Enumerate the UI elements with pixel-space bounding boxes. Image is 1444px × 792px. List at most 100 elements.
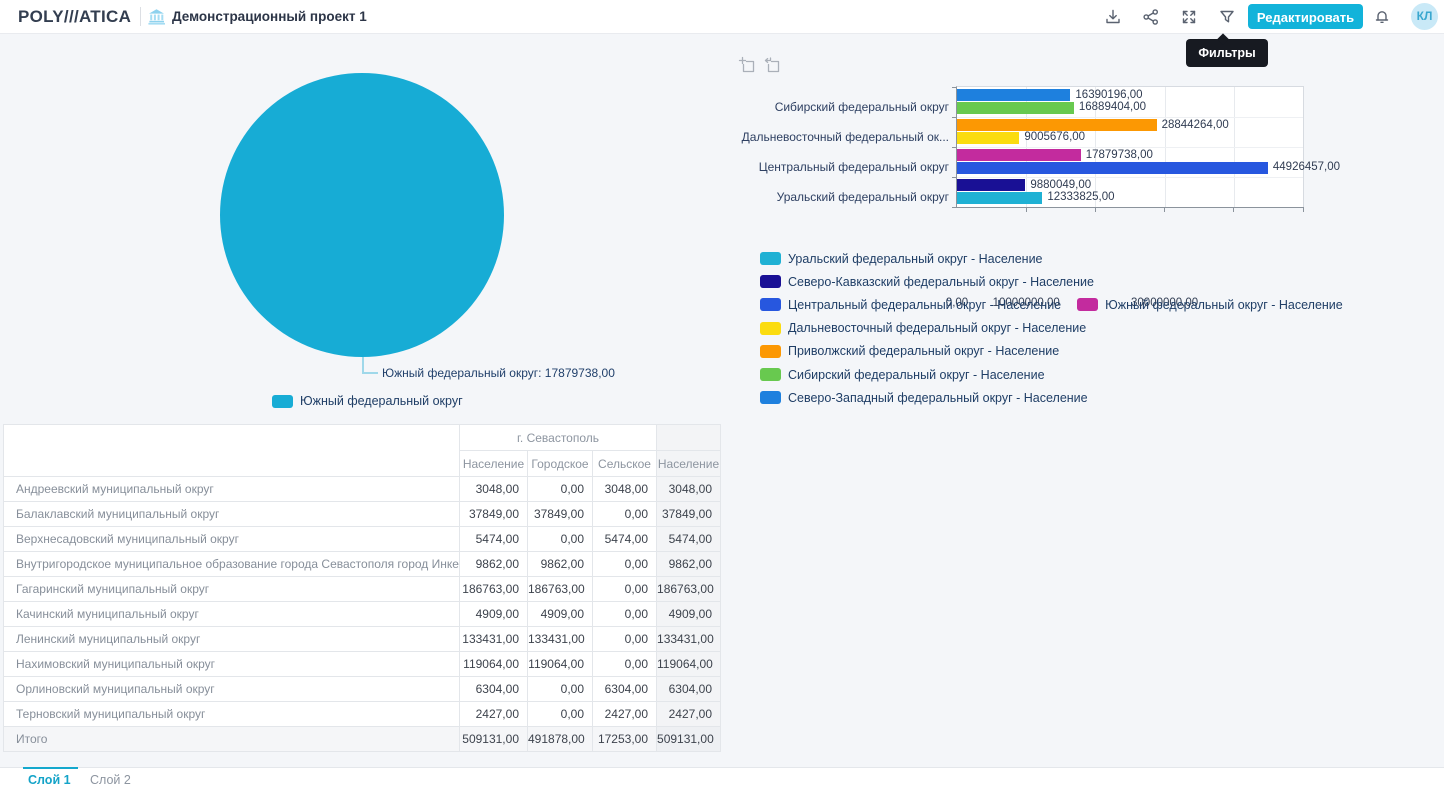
x-tick (1095, 207, 1096, 212)
row-label: Орлиновский муниципальный округ (4, 677, 460, 702)
bar-3[interactable] (957, 132, 1019, 144)
bank-icon (147, 7, 166, 31)
filter-icon[interactable] (1217, 7, 1237, 27)
table-cell: 119064,00 (657, 652, 721, 677)
table-cell: 37849,00 (657, 502, 721, 527)
legend-swatch (760, 391, 781, 404)
filters-tooltip: Фильтры (1186, 39, 1268, 67)
pie-legend-swatch (272, 395, 293, 408)
column-header: Население (460, 451, 528, 477)
polymatica-logo: POLY///ATICA (18, 7, 131, 27)
table-row[interactable]: Качинский муниципальный округ4909,004909… (4, 602, 721, 627)
tab-layer-2[interactable]: Слой 2 (90, 773, 131, 787)
pie-slice[interactable] (220, 73, 504, 357)
bar-6[interactable] (957, 179, 1025, 191)
y-axis-label: Дальневосточный федеральный ок... (742, 129, 949, 145)
legend-label: Дальневосточный федеральный округ - Насе… (788, 321, 1086, 335)
bar-1[interactable] (957, 102, 1074, 114)
table-cell: 491878,00 (528, 727, 593, 752)
dashboard-page: POLY///ATICA Демонстрационный проект 1 (0, 0, 1444, 792)
row-label: Качинский муниципальный округ (4, 602, 460, 627)
legend-entry[interactable]: Южный федеральный округ - Население (1077, 298, 1343, 312)
table-cell: 6304,00 (657, 677, 721, 702)
download-icon[interactable] (1103, 7, 1123, 27)
legend-swatch (760, 275, 781, 288)
bar-2[interactable] (957, 119, 1157, 131)
table-cell: 119064,00 (460, 652, 528, 677)
table-group-header: г. Севастополь (460, 425, 657, 451)
y-tick (952, 207, 956, 208)
table-cell: 5474,00 (657, 527, 721, 552)
table-cell: 4909,00 (460, 602, 528, 627)
tooltip-arrow (1217, 33, 1228, 44)
legend-entry[interactable]: Центральный федеральный округ - Населени… (760, 298, 1061, 312)
pie-legend-entry[interactable]: Южный федеральный округ (272, 394, 463, 408)
column-header: Городское (528, 451, 593, 477)
share-icon[interactable] (1141, 7, 1161, 27)
legend-label: Южный федеральный округ - Население (1105, 298, 1343, 312)
table-row[interactable]: Верхнесадовский муниципальный округ5474,… (4, 527, 721, 552)
legend-entry[interactable]: Северо-Кавказский федеральный округ - На… (760, 275, 1094, 289)
legend-label: Уральский федеральный округ - Население (788, 252, 1043, 266)
table-header-spacer (657, 425, 721, 451)
bar-value-label: 12333825,00 (1047, 191, 1114, 204)
legend-row: Дальневосточный федеральный округ - Насе… (760, 317, 1359, 340)
legend-entry[interactable]: Северо-Западный федеральный округ - Насе… (760, 391, 1088, 405)
legend-label: Центральный федеральный округ - Населени… (788, 298, 1061, 312)
table-cell: 0,00 (528, 677, 593, 702)
bar-7[interactable] (957, 192, 1042, 204)
table-cell: 2427,00 (460, 702, 528, 727)
table-cell: 0,00 (593, 502, 657, 527)
legend-entry[interactable]: Уральский федеральный округ - Население (760, 252, 1043, 266)
y-tick (952, 117, 956, 118)
table-cell: 9862,00 (460, 552, 528, 577)
bar-5[interactable] (957, 162, 1268, 174)
table-cell: 0,00 (593, 577, 657, 602)
table-row[interactable]: Ленинский муниципальный округ133431,0013… (4, 627, 721, 652)
table-row[interactable]: Гагаринский муниципальный округ186763,00… (4, 577, 721, 602)
table-row[interactable]: Балаклавский муниципальный округ37849,00… (4, 502, 721, 527)
bar-value-label: 9880049,00 (1030, 179, 1091, 192)
y-tick (952, 177, 956, 178)
table-row[interactable]: Орлиновский муниципальный округ6304,000,… (4, 677, 721, 702)
bell-icon[interactable] (1372, 7, 1392, 27)
table-cell: 509131,00 (657, 727, 721, 752)
table-cell: 5474,00 (460, 527, 528, 552)
table-total-row[interactable]: Итого509131,00491878,0017253,00509131,00 (4, 727, 721, 752)
table-cell: 119064,00 (528, 652, 593, 677)
y-axis-label: Уральский федеральный округ (777, 189, 949, 205)
x-tick (1233, 207, 1234, 212)
legend-row: Приволжский федеральный округ - Населени… (760, 340, 1359, 363)
select-area-icon[interactable] (738, 56, 756, 74)
legend-entry[interactable]: Приволжский федеральный округ - Населени… (760, 344, 1059, 358)
tab-layer-1[interactable]: Слой 1 (28, 773, 71, 787)
bar-0[interactable] (957, 89, 1070, 101)
edit-button[interactable]: Редактировать (1248, 4, 1363, 29)
table-row[interactable]: Андреевский муниципальный округ3048,000,… (4, 477, 721, 502)
legend-label: Северо-Западный федеральный округ - Насе… (788, 391, 1088, 405)
fullscreen-icon[interactable] (1179, 7, 1199, 27)
column-header: Сельское (593, 451, 657, 477)
row-label: Нахимовский муниципальный округ (4, 652, 460, 677)
avatar[interactable]: КЛ (1411, 3, 1438, 30)
table-cell: 133431,00 (657, 627, 721, 652)
reset-selection-icon[interactable] (763, 56, 781, 74)
y-tick (952, 87, 956, 88)
table-cell: 186763,00 (460, 577, 528, 602)
table-row[interactable]: Терновский муниципальный округ2427,000,0… (4, 702, 721, 727)
table-cell: 37849,00 (528, 502, 593, 527)
table-row[interactable]: Внутригородское муниципальное образовани… (4, 552, 721, 577)
table-cell: 6304,00 (593, 677, 657, 702)
row-label: Итого (4, 727, 460, 752)
legend-swatch (760, 345, 781, 358)
table-cell: 0,00 (593, 552, 657, 577)
bar-4[interactable] (957, 149, 1081, 161)
legend-entry[interactable]: Сибирский федеральный округ - Население (760, 368, 1045, 382)
row-label: Терновский муниципальный округ (4, 702, 460, 727)
table-cell: 5474,00 (593, 527, 657, 552)
legend-entry[interactable]: Дальневосточный федеральный округ - Насе… (760, 321, 1086, 335)
legend-swatch (1077, 298, 1098, 311)
bar-value-label: 16889404,00 (1079, 101, 1146, 114)
bar-value-label: 17879738,00 (1086, 149, 1153, 162)
table-row[interactable]: Нахимовский муниципальный округ119064,00… (4, 652, 721, 677)
